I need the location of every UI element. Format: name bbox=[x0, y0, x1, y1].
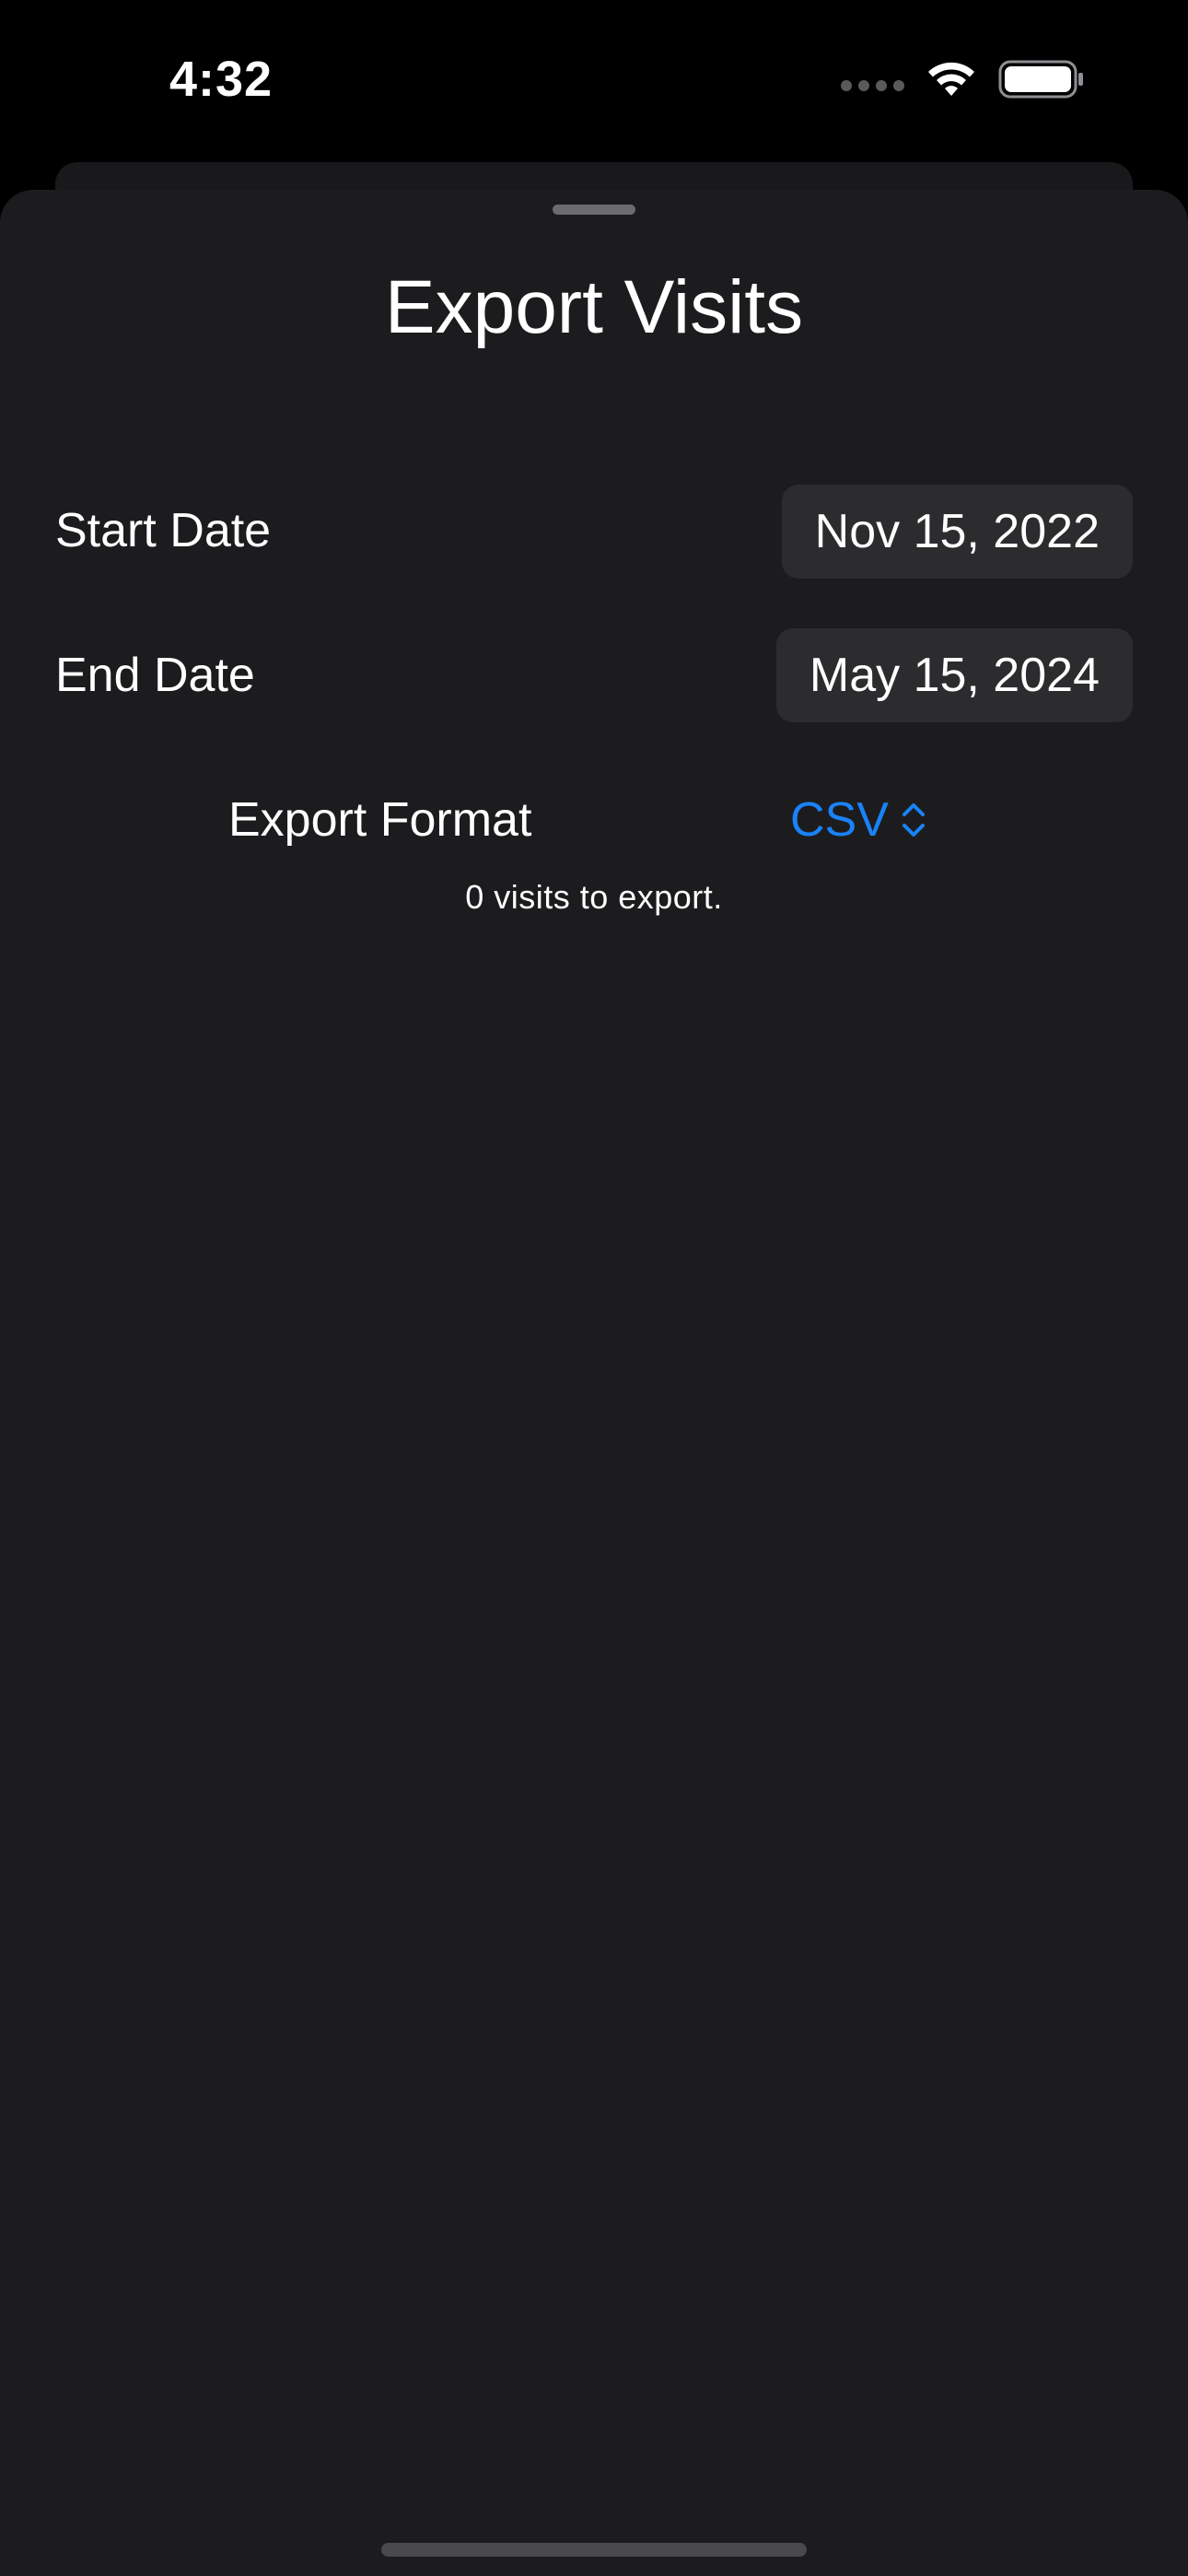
status-icons bbox=[841, 57, 1085, 101]
status-bar: 4:32 bbox=[0, 0, 1188, 162]
end-date-label: End Date bbox=[55, 649, 255, 702]
status-time: 4:32 bbox=[169, 52, 274, 107]
export-visits-sheet: Export Visits Start Date Nov 15, 2022 En… bbox=[0, 190, 1188, 2576]
chevron-up-down-icon bbox=[902, 803, 925, 837]
sheet-grabber[interactable] bbox=[553, 205, 635, 215]
export-format-picker[interactable]: CSV bbox=[790, 790, 927, 849]
export-format-label: Export Format bbox=[228, 793, 532, 847]
end-date-picker[interactable]: May 15, 2024 bbox=[775, 628, 1133, 722]
start-date-label: Start Date bbox=[55, 504, 272, 557]
visits-count-text: 0 visits to export. bbox=[465, 878, 723, 916]
start-date-picker[interactable]: Nov 15, 2022 bbox=[781, 485, 1133, 579]
home-indicator[interactable] bbox=[381, 2543, 807, 2557]
wifi-icon bbox=[928, 62, 974, 96]
cellular-signal-icon bbox=[841, 80, 904, 91]
battery-icon bbox=[998, 60, 1083, 99]
page-title: Export Visits bbox=[384, 265, 804, 349]
export-format-value: CSV bbox=[790, 793, 889, 847]
